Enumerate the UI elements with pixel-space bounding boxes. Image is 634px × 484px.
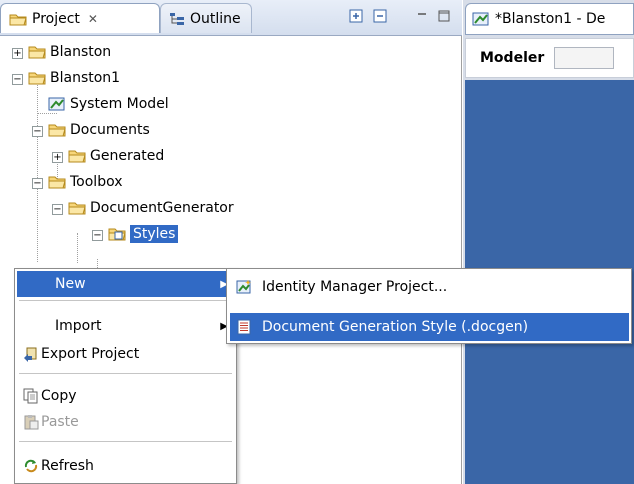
paste-icon [24, 415, 39, 430]
menu-item-export-project[interactable]: Export Project [17, 341, 234, 367]
menu-item-copy[interactable]: Copy [17, 383, 234, 409]
collapse-toggle-icon[interactable]: − [32, 178, 43, 189]
menu-item-label: Import [55, 318, 102, 334]
tree-item-label: System Model [70, 96, 169, 112]
maximize-button[interactable] [436, 9, 452, 25]
folder-icon [48, 124, 66, 137]
menu-item-label: Paste [41, 414, 79, 430]
folder-icon [68, 202, 86, 215]
close-icon[interactable]: ✕ [88, 12, 98, 26]
tree-item-documents[interactable]: − Documents [0, 118, 460, 144]
menu-item-document-generation-style[interactable]: Document Generation Style (.docgen) [230, 313, 629, 341]
collapse-all-icon [373, 9, 387, 23]
collapse-toggle-icon[interactable]: − [32, 126, 43, 137]
tree-item-label: Blanston1 [50, 70, 121, 86]
editor-area: *Blanston1 - De Modeler [463, 0, 634, 484]
collapse-toggle-icon[interactable]: − [92, 230, 103, 241]
collapse-all-button[interactable] [372, 9, 388, 25]
modeler-field[interactable] [554, 47, 615, 69]
folder-icon [48, 176, 66, 189]
view-tab-bar: Project ✕ Outline [0, 0, 462, 36]
copy-icon [23, 388, 38, 404]
new-submenu: Identity Manager Project... Document Gen… [226, 268, 632, 344]
tree-item-label: Toolbox [70, 174, 123, 190]
tree-item-blanston[interactable]: + Blanston [0, 40, 460, 66]
model-icon [472, 12, 489, 26]
editor-tab-label: *Blanston1 - De [495, 11, 606, 27]
expand-toggle-icon[interactable]: + [12, 48, 23, 59]
tab-project[interactable]: Project ✕ [0, 3, 160, 33]
tree-item-generated[interactable]: + Generated [0, 144, 460, 170]
tree-item-system-model[interactable]: System Model [0, 92, 460, 118]
tree-item-blanston1[interactable]: − Blanston1 [0, 66, 460, 92]
tree-item-label: Generated [90, 148, 165, 164]
context-menu: New ▶ Import ▶ Export Project Copy Paste… [14, 268, 237, 484]
modeler-label: Modeler [480, 50, 545, 66]
menu-item-label: Export Project [41, 346, 140, 362]
tab-project-label: Project [32, 10, 80, 27]
menu-item-paste[interactable]: Paste [17, 409, 234, 435]
tab-outline-label: Outline [190, 10, 241, 27]
export-icon [24, 347, 37, 362]
folder-icon [28, 46, 46, 59]
tree-item-label: Styles [130, 225, 179, 243]
menu-item-label: Refresh [41, 458, 94, 474]
menu-item-label: Identity Manager Project... [262, 279, 448, 295]
collapse-toggle-icon[interactable]: − [12, 74, 23, 85]
tree-item-label: DocumentGenerator [90, 200, 234, 216]
folder-icon [28, 72, 46, 85]
refresh-icon [24, 459, 38, 473]
expand-toggle-icon[interactable]: + [52, 152, 63, 163]
styles-folder-icon [108, 228, 126, 241]
minimize-button[interactable] [414, 9, 430, 25]
folder-icon [68, 150, 86, 163]
menu-separator [19, 300, 232, 301]
minimize-icon [418, 13, 426, 15]
tab-editor-blanston1[interactable]: *Blanston1 - De [465, 3, 634, 35]
expand-all-icon [349, 9, 363, 23]
project-tree: + Blanston − Blanston1 System Model − Do… [0, 40, 460, 270]
outline-icon [170, 12, 184, 25]
expand-all-button[interactable] [348, 9, 364, 25]
tree-item-toolbox[interactable]: − Toolbox [0, 170, 460, 196]
menu-item-refresh[interactable]: Refresh [17, 453, 234, 479]
modeler-toolbar: Modeler [465, 38, 634, 78]
maximize-icon [438, 10, 450, 22]
tree-item-styles[interactable]: − Styles [0, 222, 460, 248]
menu-item-label: New [55, 276, 86, 292]
tab-outline[interactable]: Outline [160, 3, 252, 33]
menu-item-label: Document Generation Style (.docgen) [262, 319, 529, 335]
tree-item-label: Blanston [50, 44, 112, 60]
tree-item-label: Documents [70, 122, 150, 138]
menu-separator [19, 441, 232, 442]
menu-separator [19, 373, 232, 374]
model-icon [48, 97, 65, 111]
menu-item-new[interactable]: New ▶ [17, 271, 234, 297]
document-style-icon [237, 319, 251, 335]
project-wizard-icon [236, 280, 251, 294]
folder-icon [9, 14, 27, 25]
tree-item-documentgenerator[interactable]: − DocumentGenerator [0, 196, 460, 222]
menu-item-label: Copy [41, 388, 77, 404]
menu-item-identity-manager-project[interactable]: Identity Manager Project... [230, 273, 629, 301]
collapse-toggle-icon[interactable]: − [52, 204, 63, 215]
menu-item-import[interactable]: Import ▶ [17, 313, 234, 339]
